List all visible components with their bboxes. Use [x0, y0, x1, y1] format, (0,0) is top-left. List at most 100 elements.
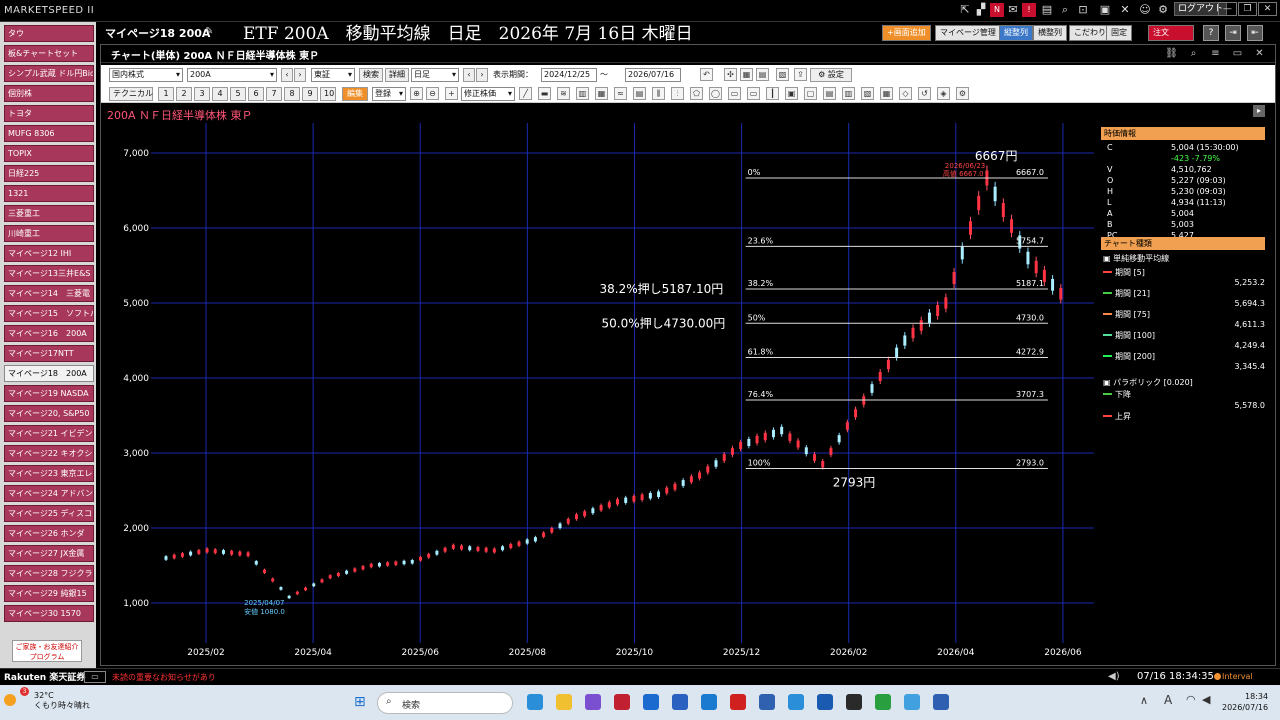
important-notice-link[interactable]: 未読の重要なお知らせがあり — [112, 672, 216, 683]
sidebar-item[interactable]: マイページ30 1570 — [4, 605, 94, 622]
taskbar-app-icon[interactable] — [614, 694, 630, 710]
settings-button[interactable]: ⚙ 設定 — [810, 68, 852, 82]
export-icon[interactable]: ⇥ — [1225, 25, 1241, 41]
draw-tool-icon[interactable]: ⚙ — [956, 87, 969, 100]
technical-button[interactable]: テクニカル — [109, 87, 153, 101]
sidebar-item[interactable]: MUFG 8306 — [4, 125, 94, 142]
sidebar-item[interactable]: マイページ22 キオクシ — [4, 445, 94, 462]
draw-tool-icon[interactable]: ▥ — [842, 87, 855, 100]
add-screen-button[interactable]: +画面追加 — [882, 25, 931, 41]
zoom-in-icon[interactable]: ⊕ — [410, 87, 423, 100]
prev-period-button[interactable]: ‹ — [463, 68, 475, 82]
undo-icon[interactable]: ↶ — [700, 68, 713, 81]
taskbar-clock[interactable]: 18:34 2026/07/16 — [1222, 691, 1268, 713]
date-to-input[interactable]: 2026/07/16 — [625, 68, 681, 82]
prev-code-button[interactable]: ‹ — [281, 68, 293, 82]
draw-tool-icon[interactable]: ◇ — [899, 87, 912, 100]
sidebar-item[interactable]: TOPIX — [4, 145, 94, 162]
windows-start-icon[interactable]: ⊞ — [354, 694, 370, 710]
mail-icon[interactable]: ✉ — [1006, 3, 1020, 17]
taskbar-app-icon[interactable] — [904, 694, 920, 710]
sidebar-item[interactable]: シンプル武蔵 ドル円Bid — [4, 65, 94, 82]
sidebar-item[interactable]: 三菱重工 — [4, 205, 94, 222]
crosshair-icon[interactable]: ✣ — [724, 68, 737, 81]
custom-button[interactable]: こだわり — [1069, 25, 1111, 41]
exchange-select[interactable]: 東証 — [311, 68, 355, 82]
sidebar-item[interactable]: マイページ12 IHI — [4, 245, 94, 262]
draw-tool-icon[interactable]: ▢ — [804, 87, 817, 100]
draw-tool-icon[interactable]: ↺ — [918, 87, 931, 100]
edit-button[interactable]: 編集 — [342, 87, 368, 101]
taskbar-app-icon[interactable] — [933, 694, 949, 710]
taskbar-app-icon[interactable] — [846, 694, 862, 710]
sidebar-item[interactable]: マイページ29 純銀15 — [4, 585, 94, 602]
ime-icon[interactable]: A — [1164, 693, 1172, 707]
print-icon[interactable]: ▤ — [1040, 3, 1054, 17]
next-period-button[interactable]: › — [476, 68, 488, 82]
speaker-icon[interactable]: ◀ — [1202, 693, 1210, 706]
export-chart-icon[interactable]: ⇪ — [794, 68, 807, 81]
taskbar-app-icon[interactable] — [556, 694, 572, 710]
draw-tool-icon[interactable]: ≈ — [614, 87, 627, 100]
compare-icon[interactable]: ▤ — [756, 68, 769, 81]
sidebar-item[interactable]: マイページ21 イビデン — [4, 425, 94, 442]
draw-tool-icon[interactable]: ▦ — [880, 87, 893, 100]
zoom-out-icon[interactable]: ⊖ — [426, 87, 439, 100]
sidebar-item[interactable]: マイページ27 JX金属 — [4, 545, 94, 562]
indicator-button-6[interactable]: 6 — [248, 87, 264, 101]
detail-button[interactable]: 詳細 — [385, 68, 409, 82]
sidebar-item[interactable]: マイページ16 200A — [4, 325, 94, 342]
sidebar-item[interactable]: 個別株 — [4, 85, 94, 102]
draw-tool-icon[interactable]: ▬ — [538, 87, 551, 100]
chart-icon[interactable]: ▞ — [974, 3, 988, 17]
horizontal-arrange-button[interactable]: 横整列 — [1033, 25, 1067, 41]
close-icon[interactable]: ✕ — [1258, 2, 1277, 16]
sidebar-item[interactable]: マイページ28 フジクラ — [4, 565, 94, 582]
market-select[interactable]: 国内株式 — [109, 68, 183, 82]
draw-tool-icon[interactable]: ≋ — [557, 87, 570, 100]
pin-icon[interactable]: ⇱ — [958, 3, 972, 17]
draw-tool-icon[interactable]: ╱ — [519, 87, 532, 100]
draw-tool-icon[interactable]: ⬠ — [690, 87, 703, 100]
draw-tool-icon[interactable]: ▤ — [633, 87, 646, 100]
order-button[interactable]: 注文 — [1148, 25, 1194, 41]
wifi-icon[interactable]: ◠ — [1186, 693, 1196, 706]
adjust-price-select[interactable]: 修正株価 — [461, 87, 515, 101]
sidebar-item[interactable]: 板&チャートセット — [4, 45, 94, 62]
promo-banner[interactable]: ご家族・お友達紹介プログラム — [12, 640, 82, 662]
sidebar-item[interactable]: 日経225 — [4, 165, 94, 182]
indicator-button-10[interactable]: 10 — [320, 87, 336, 101]
panel-toggle-icon[interactable]: ▭ — [84, 671, 106, 683]
link-icon[interactable]: ⛓ — [1165, 47, 1178, 60]
chart-type-icon[interactable]: ▦ — [740, 68, 753, 81]
search-top-icon[interactable]: ⌕ — [1058, 3, 1072, 17]
mypage-manage-button[interactable]: マイページ管理 — [935, 25, 1001, 41]
sidebar-item[interactable]: 川崎重工 — [4, 225, 94, 242]
taskbar-app-icon[interactable] — [817, 694, 833, 710]
code-select[interactable]: 200A — [187, 68, 277, 82]
capture-icon[interactable]: ▧ — [776, 68, 789, 81]
window-search-icon[interactable]: ⌕ — [1187, 47, 1200, 60]
sidebar-item[interactable]: マイページ25 ディスコ — [4, 505, 94, 522]
draw-tool-icon[interactable]: ▭ — [747, 87, 760, 100]
sidebar-item[interactable]: マイページ26 ホンダ — [4, 525, 94, 542]
draw-tool-icon[interactable]: ▤ — [823, 87, 836, 100]
vertical-arrange-button[interactable]: 縦整列 — [999, 25, 1033, 41]
register-select[interactable]: 登録 — [372, 87, 406, 101]
draw-tool-icon[interactable]: ▣ — [785, 87, 798, 100]
sidebar-item[interactable]: マイページ24 アドバン — [4, 485, 94, 502]
settings-icon[interactable]: ⚙ — [1156, 3, 1170, 17]
news-icon[interactable]: N — [990, 3, 1004, 17]
indicator-button-8[interactable]: 8 — [284, 87, 300, 101]
sidebar-item[interactable]: マイページ18 200A — [4, 365, 94, 382]
screen-icon[interactable]: ▣ — [1098, 3, 1112, 17]
restore-icon[interactable]: ❐ — [1238, 2, 1257, 16]
taskbar-app-icon[interactable] — [875, 694, 891, 710]
draw-tool-icon[interactable]: ▧ — [861, 87, 874, 100]
lock-icon[interactable]: ⊡ — [1076, 3, 1090, 17]
draw-tool-icon[interactable]: ▭ — [728, 87, 741, 100]
search-button[interactable]: 検索 — [359, 68, 383, 82]
crosshair2-icon[interactable]: + — [445, 87, 458, 100]
help-button[interactable]: ? — [1203, 25, 1219, 41]
taskbar-search[interactable]: ⌕ 検索 — [377, 692, 513, 714]
